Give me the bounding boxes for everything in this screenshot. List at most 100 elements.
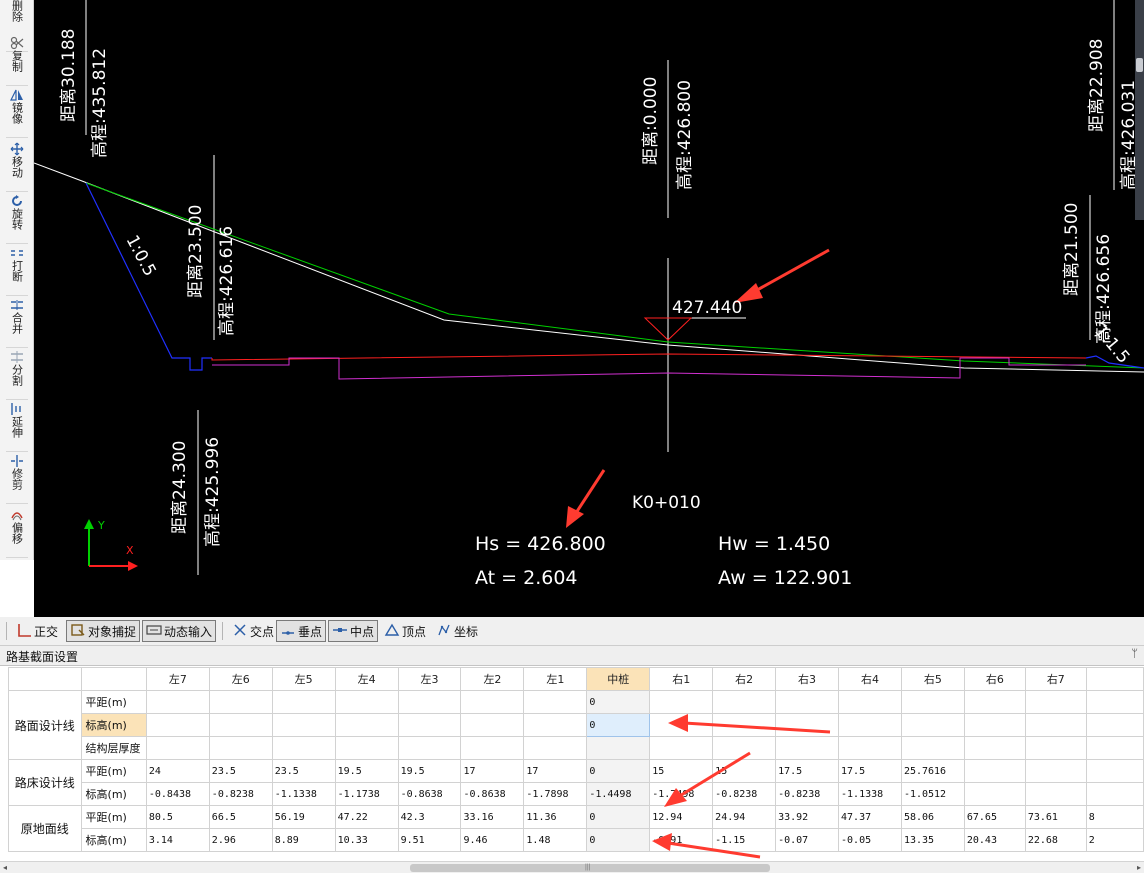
grid-cell[interactable] bbox=[523, 736, 588, 760]
grid-cell[interactable]: 24 bbox=[145, 759, 210, 783]
grid-cell[interactable]: -0.05 bbox=[838, 828, 902, 852]
grid-cell[interactable]: 2 bbox=[1085, 828, 1144, 852]
tool-merge[interactable]: 合并 bbox=[0, 296, 34, 348]
snap-perpendicular-button[interactable]: 垂点 bbox=[276, 620, 327, 642]
cad-canvas[interactable]: Y X 距离30.188 高程:435.812 1:0.5 距离23.500 高… bbox=[34, 0, 1144, 617]
grid-cell[interactable]: 0 bbox=[586, 759, 651, 783]
grid-cell[interactable] bbox=[586, 736, 651, 760]
grid-cell[interactable] bbox=[523, 690, 588, 714]
grid-cell[interactable]: 20.43 bbox=[963, 828, 1026, 852]
grid-cell[interactable] bbox=[838, 736, 902, 760]
grid-cell[interactable] bbox=[1024, 736, 1087, 760]
column-header[interactable]: 右1 bbox=[649, 667, 714, 691]
column-header[interactable]: 右2 bbox=[712, 667, 777, 691]
column-header[interactable]: 左6 bbox=[208, 667, 273, 691]
grid-cell[interactable] bbox=[1085, 782, 1144, 806]
grid-cell[interactable]: 19.5 bbox=[397, 759, 462, 783]
grid-cell[interactable]: 9.46 bbox=[460, 828, 525, 852]
grid-cell[interactable]: -0.91 bbox=[649, 828, 714, 852]
grid-cell[interactable]: -0.8238 bbox=[775, 782, 840, 806]
grid-cell[interactable]: 12.94 bbox=[649, 805, 714, 829]
grid-cell[interactable]: 13.35 bbox=[900, 828, 965, 852]
grid-cell[interactable] bbox=[1085, 713, 1144, 737]
snap-coordinate-button[interactable]: 坐标 bbox=[432, 620, 482, 642]
grid-cell[interactable] bbox=[963, 690, 1026, 714]
snap-dynamic-input-button[interactable]: 动态输入 bbox=[142, 620, 217, 642]
grid-cell[interactable] bbox=[900, 713, 965, 737]
column-header[interactable] bbox=[1085, 667, 1144, 691]
grid-cell[interactable]: 0 bbox=[586, 690, 651, 714]
column-header[interactable]: 右6 bbox=[963, 667, 1026, 691]
grid-cell[interactable]: -1.7498 bbox=[649, 782, 714, 806]
scroll-right-icon[interactable]: ▸ bbox=[1137, 862, 1141, 873]
grid-cell[interactable]: -1.7898 bbox=[523, 782, 588, 806]
grid-cell[interactable] bbox=[900, 736, 965, 760]
grid-cell[interactable]: 0 bbox=[586, 805, 651, 829]
grid-cell[interactable]: -0.8438 bbox=[145, 782, 210, 806]
grid-cell[interactable]: -0.8638 bbox=[460, 782, 525, 806]
grid-cell[interactable]: 17.5 bbox=[838, 759, 902, 783]
grid-cell[interactable]: 17 bbox=[523, 759, 588, 783]
grid-cell[interactable] bbox=[334, 713, 399, 737]
pin-icon[interactable]: ᛘ bbox=[1131, 648, 1138, 660]
snap-ortho-button[interactable]: 正交 bbox=[12, 620, 62, 642]
column-header[interactable]: 左4 bbox=[334, 667, 399, 691]
grid-cell[interactable] bbox=[397, 713, 462, 737]
grid-cell[interactable] bbox=[208, 736, 273, 760]
grid-cell[interactable]: -0.8238 bbox=[208, 782, 273, 806]
grid-cell[interactable] bbox=[1024, 713, 1087, 737]
grid-cell[interactable] bbox=[460, 690, 525, 714]
grid-cell[interactable]: -1.1338 bbox=[838, 782, 902, 806]
column-header[interactable]: 左5 bbox=[271, 667, 336, 691]
snap-vertex-button[interactable]: 顶点 bbox=[380, 620, 430, 642]
grid-cell[interactable]: 58.06 bbox=[900, 805, 965, 829]
view-cube-knob[interactable] bbox=[1136, 58, 1143, 72]
grid-cell[interactable]: 42.3 bbox=[397, 805, 462, 829]
grid-cell[interactable]: -1.15 bbox=[712, 828, 777, 852]
grid-cell[interactable] bbox=[963, 782, 1026, 806]
grid-cell[interactable] bbox=[523, 713, 588, 737]
snap-intersection-button[interactable]: 交点 bbox=[228, 620, 278, 642]
grid-cell[interactable] bbox=[963, 736, 1026, 760]
grid-cell[interactable]: 0 bbox=[586, 713, 651, 737]
grid-cell[interactable]: 33.92 bbox=[775, 805, 840, 829]
grid-cell[interactable] bbox=[1085, 736, 1144, 760]
grid-cell[interactable] bbox=[145, 736, 210, 760]
grid-cell[interactable] bbox=[712, 713, 777, 737]
snap-midpoint-button[interactable]: 中点 bbox=[328, 620, 379, 642]
tool-trim[interactable]: 修剪 bbox=[0, 452, 34, 504]
grid-cell[interactable]: 66.5 bbox=[208, 805, 273, 829]
grid-cell[interactable]: 80.5 bbox=[145, 805, 210, 829]
grid-cell[interactable]: -0.8638 bbox=[397, 782, 462, 806]
grid-cell[interactable]: 8.89 bbox=[271, 828, 336, 852]
column-header[interactable]: 右4 bbox=[838, 667, 902, 691]
tool-move[interactable]: 移动 bbox=[0, 140, 34, 192]
tool-rotate[interactable]: 旋转 bbox=[0, 192, 34, 244]
grid-cell[interactable] bbox=[1085, 690, 1144, 714]
grid-cell[interactable]: 47.22 bbox=[334, 805, 399, 829]
grid-cell[interactable]: 23.5 bbox=[271, 759, 336, 783]
tool-extend[interactable]: 延伸 bbox=[0, 400, 34, 452]
grid-cell[interactable]: 67.65 bbox=[963, 805, 1026, 829]
grid-cell[interactable] bbox=[334, 690, 399, 714]
grid-cell[interactable] bbox=[963, 759, 1026, 783]
grid-cell[interactable]: 17.5 bbox=[775, 759, 840, 783]
grid-cell[interactable] bbox=[649, 713, 714, 737]
grid-cell[interactable]: 17 bbox=[460, 759, 525, 783]
grid-cell[interactable] bbox=[649, 690, 714, 714]
grid-cell[interactable] bbox=[900, 690, 965, 714]
grid-cell[interactable]: 15 bbox=[649, 759, 714, 783]
grid-cell[interactable]: -1.4498 bbox=[586, 782, 651, 806]
grid-cell[interactable]: -0.8238 bbox=[712, 782, 777, 806]
grid-cell[interactable]: 73.61 bbox=[1024, 805, 1087, 829]
grid-cell[interactable]: 9.51 bbox=[397, 828, 462, 852]
grid-cell[interactable] bbox=[775, 736, 840, 760]
grid-cell[interactable] bbox=[1024, 759, 1087, 783]
grid-cell[interactable]: 11.36 bbox=[523, 805, 588, 829]
column-header[interactable]: 左7 bbox=[145, 667, 210, 691]
grid-cell[interactable] bbox=[838, 690, 902, 714]
tool-break[interactable]: 打断 bbox=[0, 244, 34, 296]
grid-cell[interactable] bbox=[838, 713, 902, 737]
snap-object-snap-button[interactable]: 对象捕捉 bbox=[66, 620, 141, 642]
grid-cell[interactable] bbox=[397, 690, 462, 714]
